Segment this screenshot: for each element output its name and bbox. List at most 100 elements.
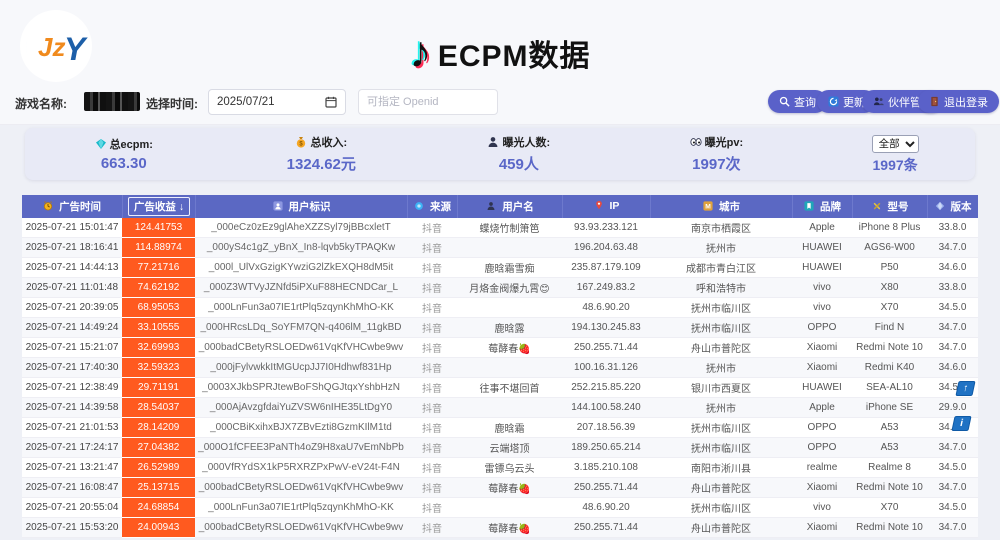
- col-ad-revenue[interactable]: 广告收益 ↓: [122, 195, 195, 218]
- table-row: 2025-07-21 21:01:53 28.14209 _000CBiKxih…: [22, 418, 978, 438]
- cell-version: 34.7.0: [927, 338, 978, 358]
- cell-city: 南京市栖霞区: [650, 218, 792, 238]
- stat-filter: 全部 1997条: [815, 134, 975, 175]
- cell-model: iPhone 8 Plus: [852, 218, 927, 238]
- stat-value: 459人: [420, 153, 618, 174]
- record-count: 1997条: [815, 155, 975, 175]
- col-label: 用户名: [502, 201, 534, 213]
- cell-ad-revenue: 77.21716: [122, 258, 195, 278]
- scroll-top-badge[interactable]: ↑: [955, 381, 975, 396]
- cell-brand: HUAWEI: [792, 258, 852, 278]
- source-dot-icon: [414, 201, 424, 214]
- cell-city: 银川市西夏区: [650, 378, 792, 398]
- filter-select[interactable]: 全部: [872, 135, 919, 153]
- cell-ad-revenue: 32.69993: [122, 338, 195, 358]
- cell-ad-time: 2025-07-21 18:16:41: [22, 238, 122, 258]
- cell-ad-time: 2025-07-21 13:21:47: [22, 458, 122, 478]
- col-label: 型号: [887, 201, 908, 213]
- col-label: 广告收益: [134, 201, 176, 213]
- search-icon: [779, 96, 790, 107]
- cell-user-id: _000eCz0zEz9glAheXZZSyl79jBBcxletT: [195, 218, 407, 238]
- cell-version: 34.7.0: [927, 478, 978, 498]
- openid-input[interactable]: [358, 89, 498, 115]
- cell-ip: 196.204.63.48: [562, 238, 650, 258]
- cell-city: 抚州市临川区: [650, 438, 792, 458]
- cell-source: 抖音: [407, 518, 457, 538]
- svg-text:M: M: [705, 204, 711, 211]
- cell-ad-revenue: 28.54037: [122, 398, 195, 418]
- stat-total-ecpm: 总ecpm: 663.30: [25, 136, 223, 172]
- col-city: M 城市: [650, 195, 792, 218]
- cell-brand: vivo: [792, 498, 852, 518]
- stat-value: 1324.62元: [223, 153, 421, 174]
- cell-user-id: _000badCBetyRSLOEDw61VqKfVHCwbe9wv: [195, 338, 407, 358]
- sort-desc-icon[interactable]: ↓: [179, 201, 184, 213]
- table-row: 2025-07-21 14:44:13 77.21716 _000l_UlVxG…: [22, 258, 978, 278]
- cell-brand: Apple: [792, 398, 852, 418]
- cell-ip: 48.6.90.20: [562, 298, 650, 318]
- table-row: 2025-07-21 20:39:05 68.95053 _000LnFun3a…: [22, 298, 978, 318]
- info-badge[interactable]: i: [951, 416, 971, 431]
- cell-ip: 3.185.210.108: [562, 458, 650, 478]
- cell-ad-revenue: 32.59323: [122, 358, 195, 378]
- city-icon: M: [703, 201, 713, 214]
- cell-username: 云端塔顶: [457, 438, 562, 458]
- date-picker-input[interactable]: 2025/07/21: [208, 89, 346, 115]
- cell-username: 鹿晗霜: [457, 418, 562, 438]
- cell-username: 鹿晗霜雪痴: [457, 258, 562, 278]
- cell-version: 33.8.0: [927, 218, 978, 238]
- cell-city: 舟山市普陀区: [650, 478, 792, 498]
- table-row: 2025-07-21 13:21:47 26.52989 _000VfRYdSX…: [22, 458, 978, 478]
- cell-version: 34.7.0: [927, 518, 978, 538]
- cell-ip: 189.250.65.214: [562, 438, 650, 458]
- cell-ad-revenue: 33.10555: [122, 318, 195, 338]
- cell-user-id: _000Z3WTVyJZNfd5iPXuF88HECNDCar_L: [195, 278, 407, 298]
- cell-user-id: _000badCBetyRSLOEDw61VqKfVHCwbe9wv: [195, 518, 407, 538]
- table-row: 2025-07-21 14:39:58 28.54037 _000AjAvzgf…: [22, 398, 978, 418]
- data-table-wrap: 广告时间 广告收益 ↓ 用户标识 来源 用户名: [22, 195, 978, 538]
- cell-model: X80: [852, 278, 927, 298]
- col-username: 用户名: [457, 195, 562, 218]
- cell-brand: OPPO: [792, 418, 852, 438]
- cell-ad-revenue: 24.00943: [122, 518, 195, 538]
- stat-exposure-pv: 曝光pv: 1997次: [618, 134, 816, 174]
- cell-city: 抚州市临川区: [650, 418, 792, 438]
- cell-city: 抚州市临川区: [650, 298, 792, 318]
- cell-source: 抖音: [407, 478, 457, 498]
- logout-button-label: 退出登录: [944, 94, 988, 110]
- cell-user-id: _000jFylvwkkItMGUcpJJ7I0Hdhwf831Hp: [195, 358, 407, 378]
- eyes-icon: [690, 136, 702, 148]
- col-user-id: 用户标识: [195, 195, 407, 218]
- user-icon: [486, 201, 496, 214]
- cell-source: 抖音: [407, 398, 457, 418]
- cell-source: 抖音: [407, 258, 457, 278]
- id-badge-icon: [273, 201, 283, 214]
- cell-model: SEA-AL10: [852, 378, 927, 398]
- cell-brand: Xiaomi: [792, 358, 852, 378]
- cell-ad-time: 2025-07-21 14:49:24: [22, 318, 122, 338]
- cell-ad-time: 2025-07-21 14:44:13: [22, 258, 122, 278]
- cell-brand: Apple: [792, 218, 852, 238]
- cell-username: 雷镖乌云头: [457, 458, 562, 478]
- cell-brand: HUAWEI: [792, 378, 852, 398]
- cell-source: 抖音: [407, 218, 457, 238]
- cell-user-id: _000LnFun3a07IE1rtPlq5zqynKhMhO-KK: [195, 498, 407, 518]
- cell-brand: vivo: [792, 298, 852, 318]
- query-button-label: 查询: [794, 94, 816, 110]
- cell-source: 抖音: [407, 438, 457, 458]
- cell-source: 抖音: [407, 278, 457, 298]
- cell-brand: HUAWEI: [792, 238, 852, 258]
- col-label: 城市: [719, 201, 740, 213]
- cell-ad-time: 2025-07-21 16:08:47: [22, 478, 122, 498]
- col-source: 来源: [407, 195, 457, 218]
- cell-city: 抚州市临川区: [650, 498, 792, 518]
- users-icon: [873, 96, 884, 107]
- cell-version: 29.9.0: [927, 398, 978, 418]
- stat-total-income: $ 总收入: 1324.62元: [223, 134, 421, 174]
- cell-username: [457, 498, 562, 518]
- cell-ad-revenue: 26.52989: [122, 458, 195, 478]
- logout-button[interactable]: 退出登录: [918, 90, 999, 113]
- stat-label-text: 曝光人数:: [502, 134, 550, 150]
- cell-model: Find N: [852, 318, 927, 338]
- cell-ad-time: 2025-07-21 15:53:20: [22, 518, 122, 538]
